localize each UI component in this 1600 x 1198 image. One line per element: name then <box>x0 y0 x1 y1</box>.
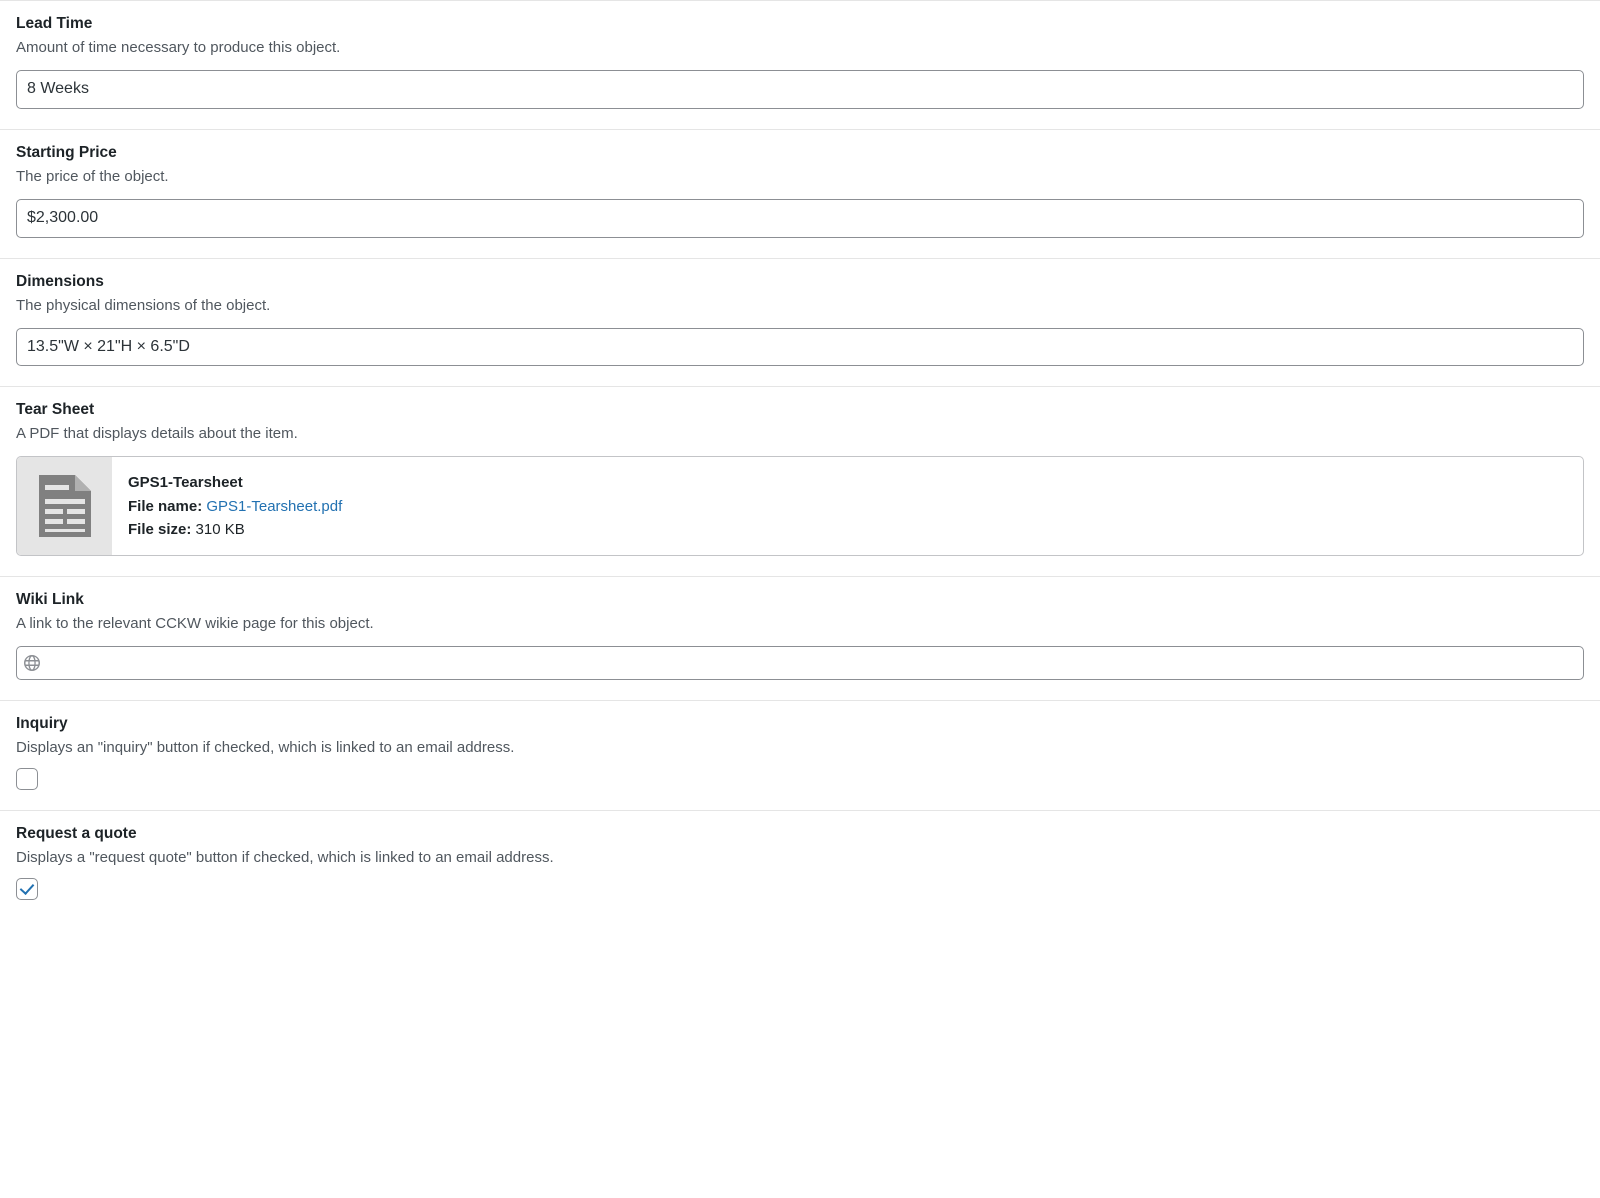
tear-sheet-label: Tear Sheet <box>16 401 1584 419</box>
field-request-quote: Request a quote Displays a "request quot… <box>0 811 1600 920</box>
form-container: Lead Time Amount of time necessary to pr… <box>0 0 1600 920</box>
request-quote-description: Displays a "request quote" button if che… <box>16 849 1584 866</box>
inquiry-description: Displays an "inquiry" button if checked,… <box>16 739 1584 756</box>
lead-time-label: Lead Time <box>16 15 1584 33</box>
file-name-line: File name: GPS1-Tearsheet.pdf <box>128 495 342 518</box>
starting-price-description: The price of the object. <box>16 168 1584 185</box>
file-size-line: File size: 310 KB <box>128 518 342 541</box>
wiki-link-input-wrap <box>16 646 1584 680</box>
field-wiki-link: Wiki Link A link to the relevant CCKW wi… <box>0 577 1600 701</box>
inquiry-label: Inquiry <box>16 715 1584 733</box>
field-tear-sheet: Tear Sheet A PDF that displays details a… <box>0 387 1600 577</box>
file-name-label: File name: <box>128 498 202 515</box>
inquiry-checkbox[interactable] <box>16 768 38 790</box>
file-name-link[interactable]: GPS1-Tearsheet.pdf <box>206 498 342 515</box>
starting-price-label: Starting Price <box>16 144 1584 162</box>
wiki-link-description: A link to the relevant CCKW wikie page f… <box>16 615 1584 632</box>
dimensions-description: The physical dimensions of the object. <box>16 297 1584 314</box>
wiki-link-input[interactable] <box>16 646 1584 680</box>
file-size-value: 310 KB <box>196 521 245 538</box>
file-size-label: File size: <box>128 521 191 538</box>
file-document-icon <box>17 457 112 555</box>
field-starting-price: Starting Price The price of the object. <box>0 130 1600 259</box>
field-inquiry: Inquiry Displays an "inquiry" button if … <box>0 701 1600 811</box>
starting-price-input[interactable] <box>16 199 1584 238</box>
file-title: GPS1-Tearsheet <box>128 471 342 494</box>
tear-sheet-description: A PDF that displays details about the it… <box>16 425 1584 442</box>
tear-sheet-file-attachment[interactable]: GPS1-Tearsheet File name: GPS1-Tearsheet… <box>16 456 1584 556</box>
request-quote-label: Request a quote <box>16 825 1584 843</box>
lead-time-input[interactable] <box>16 70 1584 109</box>
dimensions-label: Dimensions <box>16 273 1584 291</box>
request-quote-checkbox[interactable] <box>16 878 38 900</box>
wiki-link-label: Wiki Link <box>16 591 1584 609</box>
dimensions-input[interactable] <box>16 328 1584 367</box>
field-lead-time: Lead Time Amount of time necessary to pr… <box>0 0 1600 130</box>
field-dimensions: Dimensions The physical dimensions of th… <box>0 259 1600 388</box>
file-meta: GPS1-Tearsheet File name: GPS1-Tearsheet… <box>112 457 358 555</box>
lead-time-description: Amount of time necessary to produce this… <box>16 39 1584 56</box>
